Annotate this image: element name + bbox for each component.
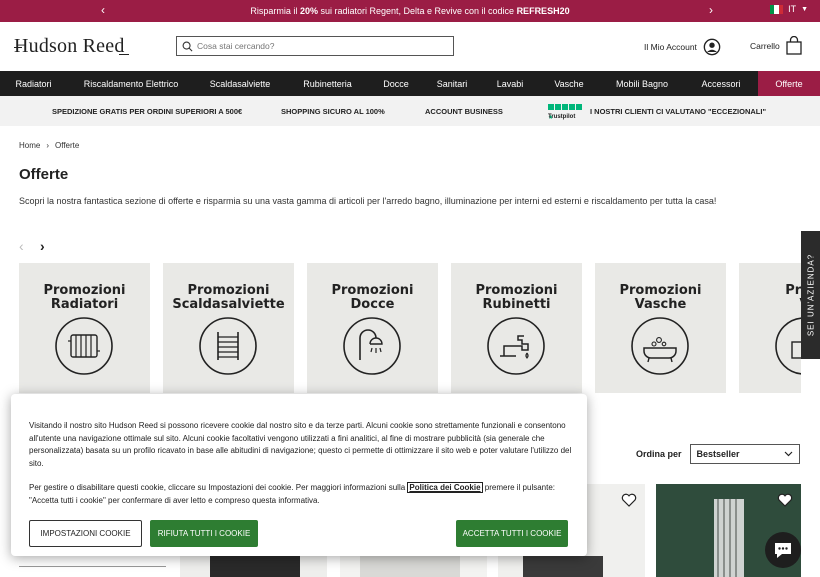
- category-card-scaldasalviette[interactable]: Promozioni Scaldasalviette: [163, 263, 294, 393]
- nav-item-accessori[interactable]: Accessori: [684, 71, 758, 96]
- header: Hudson Reed Il Mio Account Carrello: [0, 22, 820, 71]
- breadcrumb: Home › Offerte: [19, 141, 79, 150]
- nav-item-vasche[interactable]: Vasche: [538, 71, 600, 96]
- search-input[interactable]: [197, 41, 437, 51]
- nav-item-lavabi[interactable]: Lavabi: [482, 71, 538, 96]
- card-title: Promozioni Vasche: [619, 283, 702, 312]
- cookie-text-2: Per gestire o disabilitare questi cookie…: [29, 482, 556, 505]
- business-side-tab-label: SEI UN'AZIENDA?: [806, 253, 815, 337]
- carousel-prev-icon[interactable]: ‹: [19, 238, 24, 254]
- category-card-rubinetti[interactable]: Promozioni Rubinetti: [451, 263, 582, 393]
- cookie-accept-button[interactable]: ACCETTA TUTTI I COOKIE: [456, 520, 568, 547]
- sort-select[interactable]: Bestseller: [689, 444, 800, 464]
- trustpilot-stars: [548, 104, 582, 110]
- usp-business[interactable]: ACCOUNT BUSINESS: [425, 107, 503, 116]
- italy-flag-icon: [770, 4, 784, 14]
- wishlist-heart-icon[interactable]: [621, 492, 637, 508]
- chat-button[interactable]: [765, 532, 801, 568]
- chat-bubble-icon: [775, 543, 791, 558]
- promo-bar: ‹ Risparmia il 20% sui radiatori Regent,…: [0, 0, 820, 22]
- cookie-text-1: Visitando il nostro sito Hudson Reed si …: [29, 421, 572, 468]
- nav-item-offerte[interactable]: Offerte: [758, 71, 820, 96]
- category-card-radiatori[interactable]: Promozioni Radiatori: [19, 263, 150, 393]
- page-title: Offerte: [19, 166, 69, 183]
- card-title: Promozioni Radiatori: [43, 283, 126, 312]
- cookie-banner: Visitando il nostro sito Hudson Reed si …: [11, 394, 587, 556]
- user-icon: [703, 38, 721, 56]
- page-description: Scopri la nostra fantastica sezione di o…: [19, 196, 717, 206]
- bathtub-icon: [631, 317, 689, 375]
- towel-rail-icon: [199, 317, 257, 375]
- usp-reviews: I NOSTRI CLIENTI CI VALUTANO "ECCEZIONAL…: [590, 107, 766, 116]
- nav-item-riscaldamento-elettrico[interactable]: Riscaldamento Elettrico: [67, 71, 195, 96]
- logo[interactable]: Hudson Reed: [14, 35, 129, 58]
- wishlist-heart-icon[interactable]: [777, 492, 793, 508]
- account-label: Il Mio Account: [644, 42, 697, 52]
- usp-shipping: SPEDIZIONE GRATIS PER ORDINI SUPERIORI A…: [52, 107, 243, 116]
- account-link[interactable]: Il Mio Account: [644, 38, 721, 56]
- usp-secure: SHOPPING SICURO AL 100%: [281, 107, 385, 116]
- card-title: Promozioni Docce: [331, 283, 414, 312]
- category-card-docce[interactable]: Promozioni Docce: [307, 263, 438, 393]
- promo-text: Risparmia il 20% sui radiatori Regent, D…: [250, 6, 570, 16]
- promo-next-arrow-icon[interactable]: ›: [709, 3, 713, 17]
- cookie-policy-link[interactable]: Politica dei Cookie: [407, 482, 483, 493]
- cart-link[interactable]: Carrello: [750, 36, 802, 55]
- nav-item-radiatori[interactable]: Radiatori: [0, 71, 67, 96]
- radiator-icon: [55, 317, 113, 375]
- cart-label: Carrello: [750, 40, 780, 51]
- sort-control: Ordina per Bestseller: [636, 444, 800, 464]
- nav-item-sanitari[interactable]: Sanitari: [422, 71, 482, 96]
- cookie-reject-button[interactable]: RIFIUTA TUTTI I COOKIE: [150, 520, 258, 547]
- business-side-tab[interactable]: SEI UN'AZIENDA?: [801, 231, 820, 359]
- nav-item-scaldasalviette[interactable]: Scaldasalviette: [195, 71, 285, 96]
- sort-label: Ordina per: [636, 449, 682, 459]
- card-title: Promozioni Rubinetti: [475, 283, 558, 312]
- shopping-bag-icon: [786, 36, 802, 55]
- language-code: IT: [788, 4, 797, 14]
- nav-item-rubinetteria[interactable]: Rubinetteria: [285, 71, 370, 96]
- vanity-icon: [775, 317, 801, 375]
- search-box[interactable]: [176, 36, 454, 56]
- cookie-settings-button[interactable]: IMPOSTAZIONI COOKIE: [29, 520, 142, 547]
- main-nav: Radiatori Riscaldamento Elettrico Scalda…: [0, 71, 820, 96]
- breadcrumb-separator: ›: [46, 141, 50, 150]
- search-icon: [182, 41, 193, 51]
- sort-value: Bestseller: [696, 449, 740, 459]
- trustpilot-label: Trustpilot: [548, 114, 576, 120]
- chevron-down-icon: ▼: [801, 5, 808, 13]
- filter-divider: [19, 566, 166, 567]
- category-card-vasche[interactable]: Promozioni Vasche: [595, 263, 726, 393]
- card-title: PromV: [785, 283, 801, 312]
- carousel-next-icon[interactable]: ›: [40, 238, 45, 254]
- trustpilot-badge[interactable]: ★ Trustpilot: [548, 103, 582, 121]
- tap-icon: [487, 317, 545, 375]
- breadcrumb-current: Offerte: [55, 141, 80, 150]
- chevron-down-icon: [784, 451, 792, 457]
- category-card-partial[interactable]: PromV: [739, 263, 801, 393]
- usp-bar: SPEDIZIONE GRATIS PER ORDINI SUPERIORI A…: [0, 96, 820, 126]
- promo-prev-arrow-icon[interactable]: ‹: [101, 3, 105, 17]
- shower-icon: [343, 317, 401, 375]
- breadcrumb-home[interactable]: Home: [19, 141, 40, 150]
- nav-item-mobili-bagno[interactable]: Mobili Bagno: [600, 71, 684, 96]
- card-title: Promozioni Scaldasalviette: [172, 283, 285, 312]
- language-selector[interactable]: IT ▼: [770, 4, 808, 14]
- nav-item-docce[interactable]: Docce: [370, 71, 422, 96]
